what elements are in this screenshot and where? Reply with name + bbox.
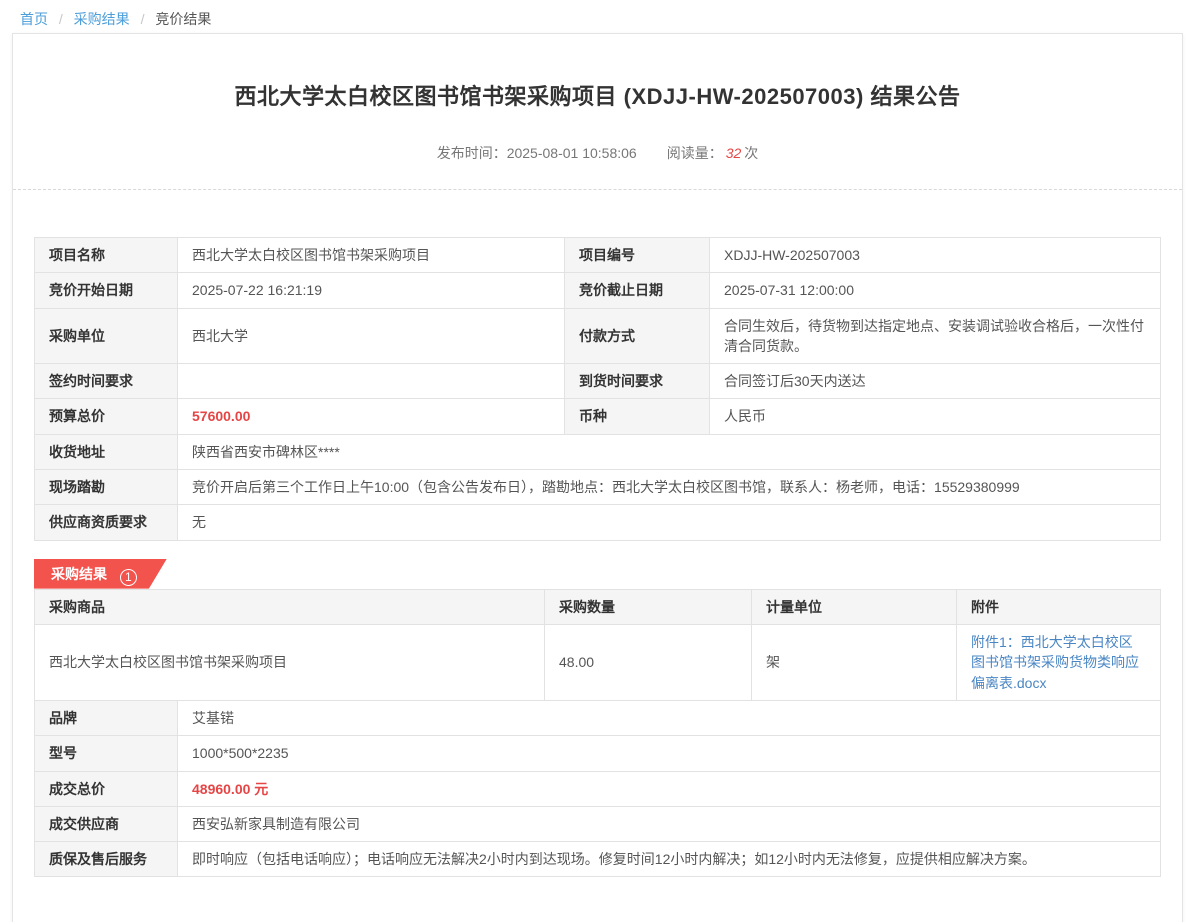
table-row: 签约时间要求 到货时间要求 合同签订后30天内送达 — [35, 364, 1161, 399]
breadcrumb-separator: / — [141, 11, 145, 27]
info-label: 采购单位 — [35, 308, 178, 364]
info-label: 币种 — [565, 399, 710, 434]
info-value: 2025-07-31 12:00:00 — [710, 273, 1161, 308]
info-value: XDJJ-HW-202507003 — [710, 238, 1161, 273]
info-value: 西北大学太白校区图书馆书架采购项目 — [178, 238, 565, 273]
info-label: 供应商资质要求 — [35, 505, 178, 540]
breadcrumb-current: 竞价结果 — [155, 11, 211, 27]
col-header-unit: 计量单位 — [752, 589, 957, 624]
table-row: 成交总价 48960.00 元 — [35, 771, 1161, 806]
detail-label: 型号 — [35, 736, 178, 771]
detail-label: 成交总价 — [35, 771, 178, 806]
table-row: 型号 1000*500*2235 — [35, 736, 1161, 771]
warranty-value: 即时响应（包括电话响应）；电话响应无法解决2小时内到达现场。修复时间12小时内解… — [178, 842, 1161, 877]
breadcrumb-link-home[interactable]: 首页 — [20, 11, 48, 27]
badge-count: 1 — [120, 569, 137, 586]
info-label: 预算总价 — [35, 399, 178, 434]
breadcrumb-link-results[interactable]: 采购结果 — [74, 11, 130, 27]
article-meta: 发布时间：2025-08-01 10:58:06 阅读量：32次 — [13, 143, 1182, 163]
project-info-table: 项目名称 西北大学太白校区图书馆书架采购项目 项目编号 XDJJ-HW-2025… — [34, 237, 1161, 541]
table-row: 现场踏勘 竞价开启后第三个工作日上午10:00（包含公告发布日），踏勘地点：西北… — [35, 470, 1161, 505]
unit-value: 架 — [752, 624, 957, 700]
publish-time: 2025-08-01 10:58:06 — [507, 145, 637, 161]
budget-total-value: 57600.00 — [178, 399, 565, 434]
views-count: 32 — [726, 145, 742, 161]
table-row: 竞价开始日期 2025-07-22 16:21:19 竞价截止日期 2025-0… — [35, 273, 1161, 308]
detail-label: 品牌 — [35, 700, 178, 735]
model-value: 1000*500*2235 — [178, 736, 1161, 771]
procurement-result-section: 采购结果 1 采购商品 采购数量 计量单位 附件 西北大学太白校区图书馆书架采购… — [34, 559, 1161, 878]
table-row: 项目名称 西北大学太白校区图书馆书架采购项目 项目编号 XDJJ-HW-2025… — [35, 238, 1161, 273]
table-row: 供应商资质要求 无 — [35, 505, 1161, 540]
table-header-row: 采购商品 采购数量 计量单位 附件 — [35, 589, 1161, 624]
brand-value: 艾基锘 — [178, 700, 1161, 735]
result-details-table: 品牌 艾基锘 型号 1000*500*2235 成交总价 48960.00 元 … — [34, 700, 1161, 877]
info-label: 付款方式 — [565, 308, 710, 364]
table-row: 成交供应商 西安弘新家具制造有限公司 — [35, 806, 1161, 841]
table-row: 质保及售后服务 即时响应（包括电话响应）；电话响应无法解决2小时内到达现场。修复… — [35, 842, 1161, 877]
info-value: 2025-07-22 16:21:19 — [178, 273, 565, 308]
col-header-attachment: 附件 — [957, 589, 1161, 624]
col-header-quantity: 采购数量 — [545, 589, 752, 624]
info-label: 收货地址 — [35, 434, 178, 469]
procurement-result-badge: 采购结果 1 — [34, 559, 167, 589]
breadcrumb-separator: / — [59, 11, 63, 27]
final-price-value: 48960.00 元 — [178, 771, 1161, 806]
info-value: 西北大学 — [178, 308, 565, 364]
attachment-link[interactable]: 附件1：西北大学太白校区图书馆书架采购货物类响应偏离表.docx — [971, 634, 1139, 691]
info-value: 合同生效后，待货物到达指定地点、安装调试验收合格后，一次性付清合同货款。 — [710, 308, 1161, 364]
info-label: 到货时间要求 — [565, 364, 710, 399]
views-unit: 次 — [744, 145, 758, 161]
info-value — [178, 364, 565, 399]
publish-time-label: 发布时间： — [437, 145, 507, 161]
badge-label: 采购结果 — [51, 566, 107, 582]
info-value: 合同签订后30天内送达 — [710, 364, 1161, 399]
detail-label: 质保及售后服务 — [35, 842, 178, 877]
table-row: 西北大学太白校区图书馆书架采购项目 48.00 架 附件1：西北大学太白校区图书… — [35, 624, 1161, 700]
views-label: 阅读量： — [667, 145, 723, 161]
page-title: 西北大学太白校区图书馆书架采购项目 (XDJJ-HW-202507003) 结果… — [13, 79, 1182, 111]
quantity-value: 48.00 — [545, 624, 752, 700]
col-header-product: 采购商品 — [35, 589, 545, 624]
dashed-divider — [13, 189, 1182, 190]
product-name: 西北大学太白校区图书馆书架采购项目 — [35, 624, 545, 700]
detail-label: 成交供应商 — [35, 806, 178, 841]
info-label: 竞价开始日期 — [35, 273, 178, 308]
info-label: 签约时间要求 — [35, 364, 178, 399]
attachment-cell: 附件1：西北大学太白校区图书馆书架采购货物类响应偏离表.docx — [957, 624, 1161, 700]
supplier-value: 西安弘新家具制造有限公司 — [178, 806, 1161, 841]
info-label: 竞价截止日期 — [565, 273, 710, 308]
info-value: 陕西省西安市碑林区**** — [178, 434, 1161, 469]
info-label: 现场踏勘 — [35, 470, 178, 505]
info-value: 竞价开启后第三个工作日上午10:00（包含公告发布日），踏勘地点：西北大学太白校… — [178, 470, 1161, 505]
info-value: 人民币 — [710, 399, 1161, 434]
table-row: 采购单位 西北大学 付款方式 合同生效后，待货物到达指定地点、安装调试验收合格后… — [35, 308, 1161, 364]
table-row: 收货地址 陕西省西安市碑林区**** — [35, 434, 1161, 469]
result-table: 采购商品 采购数量 计量单位 附件 西北大学太白校区图书馆书架采购项目 48.0… — [34, 589, 1161, 701]
breadcrumb: 首页 / 采购结果 / 竞价结果 — [0, 0, 1192, 33]
table-row: 预算总价 57600.00 币种 人民币 — [35, 399, 1161, 434]
info-label: 项目编号 — [565, 238, 710, 273]
info-value: 无 — [178, 505, 1161, 540]
info-label: 项目名称 — [35, 238, 178, 273]
content-card: 西北大学太白校区图书馆书架采购项目 (XDJJ-HW-202507003) 结果… — [12, 33, 1183, 922]
table-row: 品牌 艾基锘 — [35, 700, 1161, 735]
